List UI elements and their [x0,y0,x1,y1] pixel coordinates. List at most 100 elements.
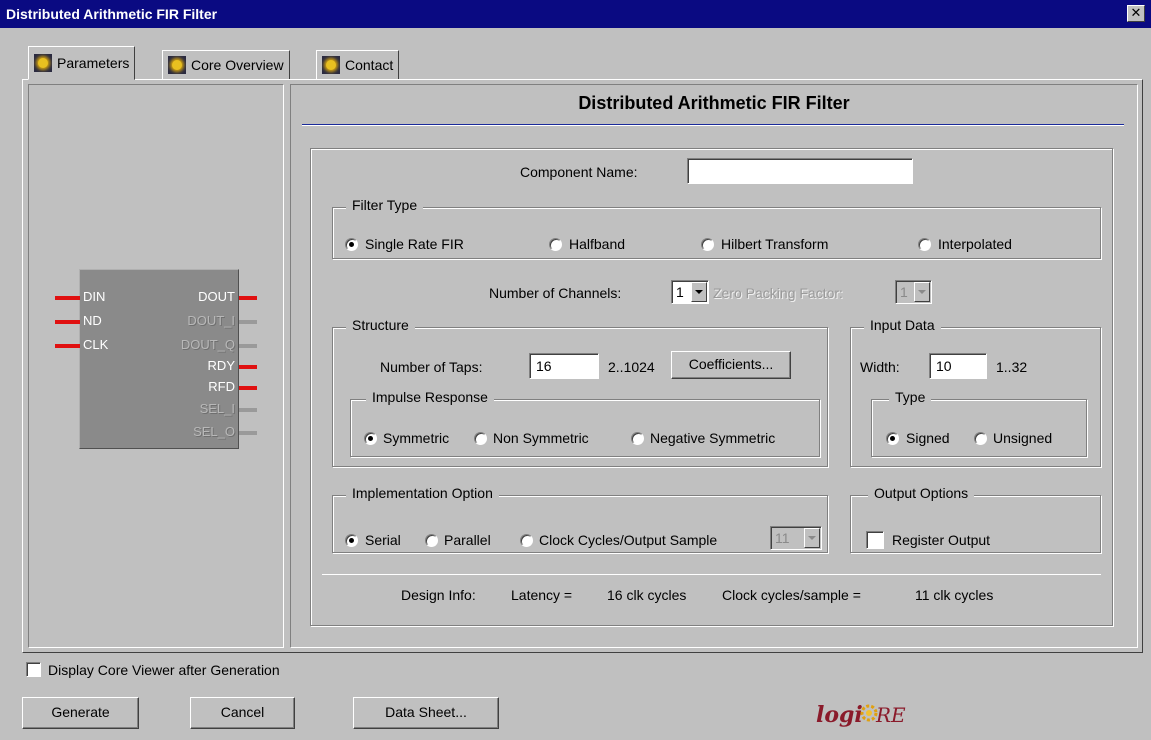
clock-cycles-select: 11 [770,526,822,550]
svg-text:RE: RE [875,703,906,727]
latency-value: 16 clk cycles [607,587,687,603]
radio-symmetric[interactable] [364,432,377,445]
input-data-legend: Input Data [864,317,941,333]
close-button[interactable]: ✕ [1127,5,1145,22]
radio-negative-symmetric[interactable] [631,432,644,445]
pin-label: DIN [83,289,106,304]
pin-rdy [239,365,257,369]
title-bar: Distributed Arithmetic FIR Filter ✕ [0,0,1151,28]
component-name-input[interactable] [687,158,913,184]
tab-parameters[interactable]: Parameters [28,46,136,80]
channels-label: Number of Channels: [489,285,622,301]
radio-serial[interactable] [345,534,358,547]
chevron-down-icon[interactable] [691,282,707,302]
implementation-legend: Implementation Option [346,485,499,501]
taps-range: 2..1024 [608,359,655,375]
design-info-label: Design Info: [401,587,476,603]
clock-cycles-sample-label: Clock cycles/sample = [722,587,861,603]
cancel-button[interactable]: Cancel [190,697,295,729]
pin-label: DOUT [198,289,235,304]
zero-packing-label: Zero Packing Factor: [713,285,843,301]
component-name-label: Component Name: [520,164,638,180]
single-rate-fir-label: Single Rate FIR [365,236,464,252]
non-symmetric-label: Non Symmetric [493,430,589,446]
pin-label: DOUT_Q [180,337,235,352]
tab-parameters-label: Parameters [57,55,130,71]
parallel-label: Parallel [444,532,491,548]
logicore-logo-image: logi RE [816,702,906,728]
interpolated-label: Interpolated [938,236,1012,252]
pin-nd [55,320,80,324]
core-icon [34,54,52,72]
heading-rule [302,124,1124,126]
negative-symmetric-label: Negative Symmetric [650,430,776,446]
radio-non-symmetric[interactable] [474,432,487,445]
serial-label: Serial [365,532,401,548]
width-label: Width: [860,359,900,375]
pin-label: CLK [83,337,109,352]
symmetric-label: Symmetric [383,430,450,446]
taps-label: Number of Taps: [380,359,483,375]
type-legend: Type [889,389,932,405]
clock-cycles-sample-value: 11 clk cycles [915,587,994,603]
core-icon [322,56,340,74]
unsigned-label: Unsigned [993,430,1053,446]
clock-cycles-label: Clock Cycles/Output Sample [539,532,718,548]
symbol-panel: DIN ND CLK DOUT DOUT_I DOUT_Q RDY RFD SE… [28,84,284,648]
channels-select[interactable]: 1 [671,280,709,304]
register-output-checkbox[interactable] [866,531,884,549]
pin-din [55,296,80,300]
register-output-label: Register Output [892,532,991,548]
pin-clk [55,344,80,348]
radio-unsigned[interactable] [974,432,987,445]
window-title: Distributed Arithmetic FIR Filter [6,6,218,22]
tab-contact[interactable]: Contact [316,50,400,80]
radio-hilbert-transform[interactable] [701,238,714,251]
pin-sel-i [239,408,257,412]
pin-label: DOUT_I [187,313,235,328]
pin-label: SEL_I [199,401,235,416]
tab-core-overview-label: Core Overview [191,57,284,73]
radio-parallel[interactable] [425,534,438,547]
parameters-panel: Distributed Arithmetic FIR Filter Compon… [290,84,1138,648]
generate-button[interactable]: Generate [22,697,139,729]
radio-clock-cycles[interactable] [520,534,533,547]
radio-single-rate-fir[interactable] [345,238,358,251]
display-viewer-checkbox[interactable] [26,662,41,677]
pin-dout-i [239,320,257,324]
pin-label: RDY [207,358,235,373]
filter-type-legend: Filter Type [346,197,424,213]
taps-input[interactable] [529,353,599,379]
width-range: 1..32 [996,359,1028,375]
radio-interpolated[interactable] [918,238,931,251]
display-viewer-label: Display Core Viewer after Generation [48,662,280,678]
data-sheet-button[interactable]: Data Sheet... [353,697,499,729]
width-input[interactable] [929,353,987,379]
coefficients-button[interactable]: Coefficients... [671,351,791,379]
pin-label: RFD [208,379,235,394]
pin-dout [239,296,257,300]
zero-packing-value: 1 [900,284,908,300]
panel-heading: Distributed Arithmetic FIR Filter [578,93,850,113]
radio-halfband[interactable] [549,238,562,251]
pin-label: ND [83,313,102,328]
logicore-logo: logi RE [812,692,922,732]
chevron-down-icon [804,528,820,548]
halfband-label: Halfband [569,236,626,252]
tab-core-overview[interactable]: Core Overview [162,50,290,80]
pin-dout-q [239,344,257,348]
structure-legend: Structure [346,317,415,333]
close-icon: ✕ [1130,5,1142,20]
output-options-legend: Output Options [868,485,975,501]
impulse-response-legend: Impulse Response [366,389,494,405]
channels-value: 1 [676,284,684,300]
tab-contact-label: Contact [345,57,394,73]
radio-signed[interactable] [886,432,899,445]
clock-cycles-value: 11 [775,530,790,546]
pin-sel-o [239,431,257,435]
zero-packing-select: 1 [895,280,932,304]
hilbert-transform-label: Hilbert Transform [721,236,829,252]
core-icon [168,56,186,74]
pin-label: SEL_O [193,424,235,439]
pin-rfd [239,386,257,390]
